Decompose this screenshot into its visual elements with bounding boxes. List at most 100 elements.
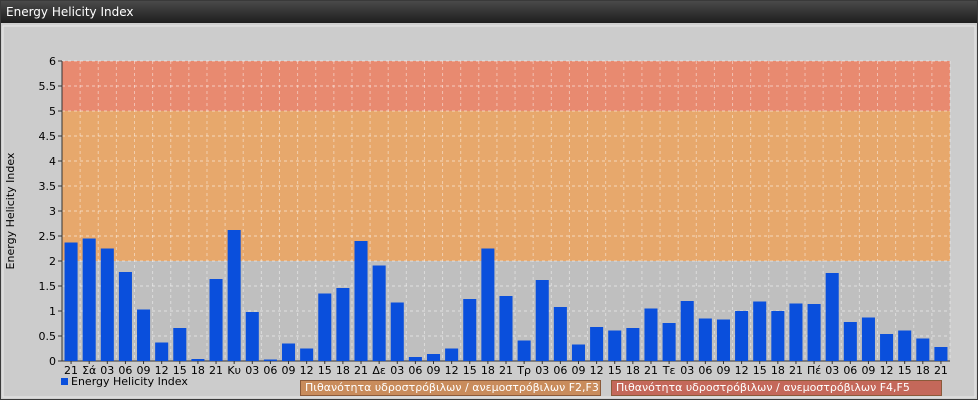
bar [843, 322, 857, 361]
bar [318, 293, 332, 361]
x-tick-label: 06 [698, 364, 712, 377]
bar [662, 323, 676, 361]
bar [245, 312, 259, 361]
x-tick-label: 15 [753, 364, 767, 377]
y-tick-label: 6 [49, 55, 56, 68]
x-tick-label: 21 [499, 364, 513, 377]
x-tick-label: 15 [463, 364, 477, 377]
x-tick-label: 09 [571, 364, 585, 377]
bar [372, 265, 386, 361]
bar [608, 330, 622, 361]
bar [173, 328, 187, 361]
y-tick-label: 0 [49, 355, 56, 368]
bar [100, 248, 114, 361]
bar [263, 359, 277, 361]
bar [354, 241, 368, 361]
x-tick-label: Δε [372, 364, 386, 377]
y-tick-label: 3.5 [39, 180, 57, 193]
bar [880, 334, 894, 361]
x-tick-label: 03 [825, 364, 839, 377]
x-tick-label: 09 [282, 364, 296, 377]
x-tick-label: 21 [644, 364, 658, 377]
x-tick-label: 09 [716, 364, 730, 377]
bar [300, 348, 314, 361]
x-tick-label: Τε [662, 364, 676, 377]
legend-zone-mid: Πιθανότητα υδροστρόβιλων / ανεμοστρόβιλω… [300, 380, 601, 396]
energy-helicity-chart: 00.511.522.533.544.555.5621 Σά 03 06 09 12 15 1… [2, 25, 976, 398]
x-tick-label: 03 [245, 364, 259, 377]
bar [698, 318, 712, 361]
x-tick-label: Τρ [516, 364, 531, 377]
bar [626, 328, 640, 361]
bar [481, 248, 495, 361]
bar [227, 230, 241, 361]
bar [118, 272, 132, 361]
bar [716, 319, 730, 361]
bar [445, 348, 459, 361]
y-tick-label: 3 [49, 205, 56, 218]
x-tick-label: 18 [916, 364, 930, 377]
bar [282, 343, 296, 361]
bar [861, 317, 875, 361]
y-tick-label: 4 [49, 155, 56, 168]
bar [82, 238, 96, 361]
chart-window: Energy Helicity Index 0 0.5 1 1.5 2 2.5 3 3.5 4 4… [0, 0, 978, 400]
x-tick-label: 18 [481, 364, 495, 377]
x-tick-label: 06 [553, 364, 567, 377]
x-tick-label: 06 [263, 364, 277, 377]
bar [916, 338, 930, 361]
legend-zone-high: Πιθανότητα υδροστρόβιλων / ανεμοστρόβιλω… [611, 380, 942, 396]
legend-swatch [61, 378, 68, 385]
x-tick-label: 12 [880, 364, 894, 377]
x-tick-label: 12 [590, 364, 604, 377]
bar [553, 307, 567, 361]
x-tick-label: 06 [408, 364, 422, 377]
x-tick-label: 12 [300, 364, 314, 377]
x-tick-label: 03 [535, 364, 549, 377]
legend-series-label: Energy Helicity Index [71, 375, 188, 388]
y-tick-label: 2 [49, 255, 56, 268]
x-tick-label: 21 [354, 364, 368, 377]
bar [209, 279, 223, 361]
x-tick-label: Κυ [227, 364, 241, 377]
bar [336, 288, 350, 361]
bar [807, 304, 821, 361]
y-tick-label: 0.5 [39, 330, 57, 343]
bar [571, 344, 586, 361]
bar [191, 359, 205, 361]
y-tick-label: 1.5 [39, 280, 57, 293]
bar [825, 273, 839, 361]
x-tick-label: 03 [390, 364, 404, 377]
x-tick-label: 09 [427, 364, 441, 377]
y-tick-label: 1 [49, 305, 56, 318]
x-tick-label: 15 [898, 364, 912, 377]
x-tick-label: 18 [336, 364, 350, 377]
x-tick-label: 15 [318, 364, 332, 377]
bar [753, 301, 767, 361]
x-tick-label: 18 [191, 364, 205, 377]
x-tick-label: 21 [789, 364, 803, 377]
y-tick-label: 5 [49, 105, 56, 118]
bar [934, 347, 948, 361]
bar [898, 330, 912, 361]
bar [735, 311, 749, 361]
bar [535, 280, 549, 361]
x-tick-label: 12 [445, 364, 459, 377]
y-tick-label: 5.5 [39, 80, 57, 93]
bar [499, 296, 513, 361]
x-tick-label: 21 [209, 364, 223, 377]
bar [390, 302, 404, 361]
bar [137, 309, 151, 361]
x-tick-label: 03 [680, 364, 694, 377]
bar [64, 242, 78, 361]
x-tick-label: 18 [626, 364, 640, 377]
window-title: Energy Helicity Index [1, 1, 977, 23]
bar [517, 340, 531, 361]
x-tick-label: Πέ [807, 364, 821, 377]
bar [463, 299, 477, 361]
x-tick-label: 21 [934, 364, 948, 377]
x-tick-label: 12 [735, 364, 749, 377]
x-tick-label: 15 [608, 364, 622, 377]
x-tick-label: 18 [771, 364, 785, 377]
bar [590, 327, 604, 361]
